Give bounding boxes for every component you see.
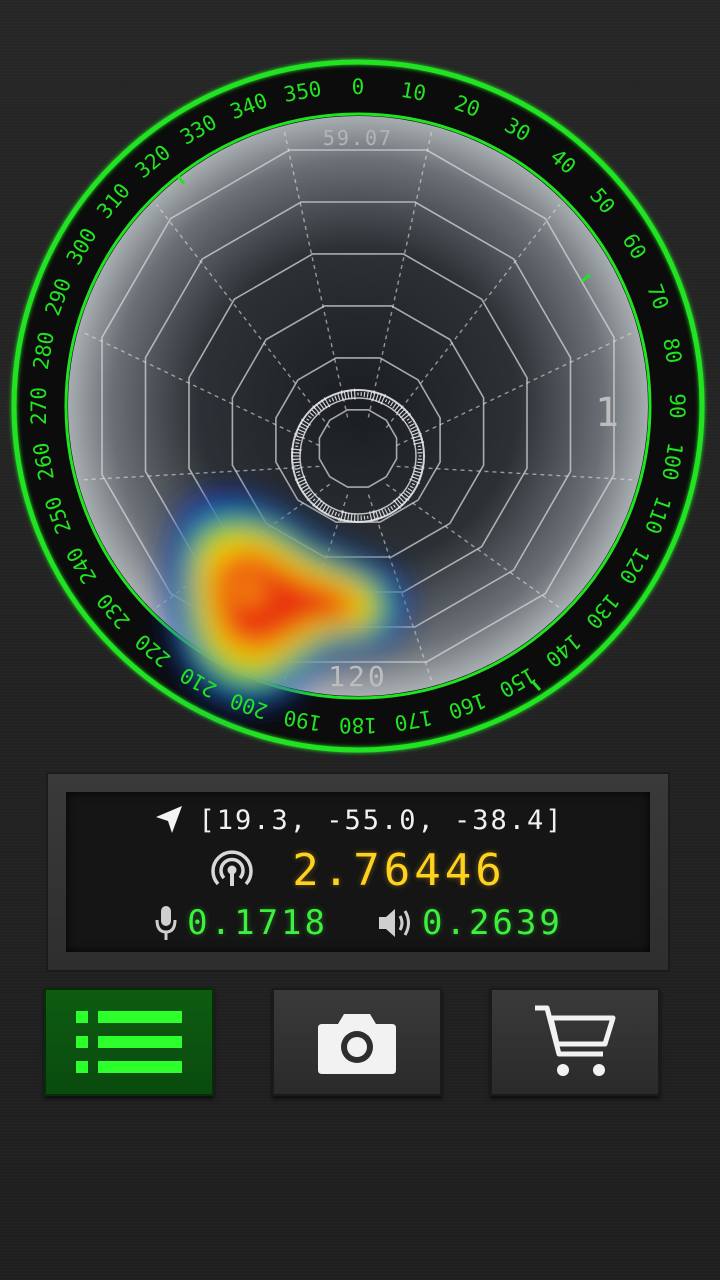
- center-tick: [292, 461, 300, 464]
- compass-label-0: 0: [352, 75, 365, 99]
- position-row: [19.3, -55.0, -38.4]: [66, 800, 650, 840]
- signal-strength-value: 2.76446: [292, 844, 506, 896]
- navigation-arrow-icon: [156, 806, 183, 833]
- speaker-icon: [379, 909, 410, 937]
- shopping-cart-icon: [535, 1005, 616, 1076]
- shopping-cart-button[interactable]: [490, 988, 660, 1096]
- audio-row: 0.1718 0.2639: [66, 900, 650, 946]
- center-tick: [292, 458, 301, 461]
- camera-icon: [318, 1014, 396, 1074]
- compass-label-80: 80: [658, 336, 686, 365]
- scale-bottom-value: 120: [328, 660, 388, 693]
- microphone-icon: [155, 906, 177, 940]
- list-icon: [76, 1011, 182, 1073]
- scale-top-value: 59.07: [323, 126, 393, 150]
- compass-label-270: 270: [27, 387, 51, 425]
- center-tick: [291, 451, 302, 454]
- speaker-level-value: 0.2639: [422, 903, 563, 943]
- compass-label-90: 90: [665, 393, 689, 418]
- center-tick: [417, 461, 423, 464]
- readout-screen: [19.3, -55.0, -38.4] 2.76446 0.1718 0.26…: [66, 792, 650, 952]
- readout-panel: [19.3, -55.0, -38.4] 2.76446 0.1718 0.26…: [46, 772, 670, 972]
- position-coordinates: [19.3, -55.0, -38.4]: [198, 804, 564, 836]
- compass-label-10: 10: [399, 78, 428, 106]
- compass-label-180: 180: [339, 713, 377, 737]
- scale-right-value: 1: [595, 390, 619, 436]
- center-tick: [295, 442, 300, 445]
- center-tick: [363, 391, 366, 397]
- center-tick: [353, 388, 356, 400]
- radar-display: 0 10 2030405060708090100110120130140150160…: [11, 59, 705, 753]
- mic-level-value: 0.1718: [187, 903, 328, 943]
- camera-button[interactable]: [272, 988, 442, 1096]
- menu-button[interactable]: [44, 988, 214, 1096]
- center-tick: [350, 513, 353, 522]
- signal-row: 2.76446: [66, 842, 650, 898]
- broadcast-signal-icon: [211, 850, 254, 886]
